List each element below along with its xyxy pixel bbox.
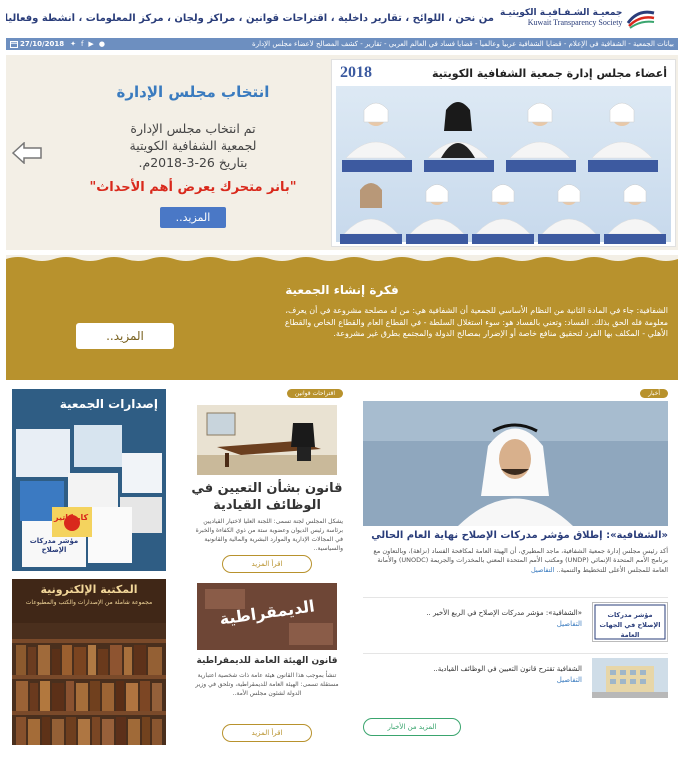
more-news-button[interactable]: المزيد من الأخبار	[363, 718, 461, 736]
news-details-link[interactable]: التفاصيل	[531, 566, 554, 574]
sub-navigation-links[interactable]: بيانات الجمعية - الشفافية في الإعلام - ق…	[111, 40, 674, 48]
slide-more-button[interactable]: المزيد..	[159, 206, 227, 228]
building-thumbnail	[592, 658, 668, 698]
slide-body-line: لجمعية الشفافية الكويتية	[129, 137, 257, 153]
scalloped-edge	[6, 255, 678, 261]
board-year: 2018	[340, 64, 372, 81]
facebook-icon[interactable]: f	[81, 40, 83, 48]
board-members-image[interactable]: أعضاء مجلس إدارة جمعية الشفافية الكويتية…	[331, 59, 676, 247]
slide-banner-text: "بانر متحرك يعرض أهم الأحداث"	[89, 179, 297, 195]
law-proposals-column: اقتراحات قوانين قانون بشأن التعيين في ال…	[191, 389, 343, 749]
header: جمعيـة الشـفـافيـة الكويتيـة Kuwait Tran…	[0, 0, 684, 36]
logo-english: Kuwait Transparency Society	[527, 17, 623, 27]
calendar-icon	[10, 41, 18, 48]
logo-swoosh-icon	[627, 10, 655, 29]
idea-title: فكرة إنشاء الجمعية	[285, 283, 399, 297]
law-proposal-text: يشكل المجلس لجنة تسمى: اللجنة العليا لاخ…	[195, 518, 343, 552]
slide-body-line: تم انتخاب مجلس الإدارة	[130, 121, 256, 136]
office-image[interactable]	[197, 405, 337, 475]
news-item-text: «الشفافية»: مؤشر مدركات الإصلاح في الربع…	[372, 608, 582, 629]
news-hero-photo	[363, 401, 668, 526]
board-header: أعضاء مجلس إدارة جمعية الشفافية الكويتية…	[340, 64, 667, 82]
arrow-left-icon[interactable]	[12, 142, 42, 164]
news-hero-image[interactable]	[363, 401, 668, 526]
news-thumb-text: مؤشر مدركات الإصلاح في الجهات العامة	[599, 611, 661, 639]
democracy-law-title[interactable]: قانون الهيئة العامة للديمقراطية	[191, 656, 343, 666]
news-excerpt: أكد رئيس مجلس إدارة جمعية الشفافية، ماجد…	[363, 547, 668, 575]
content-area: أخبار «الشفافية»: إطلاق مؤشر مدركات الإص…	[6, 385, 678, 755]
youtube-icon[interactable]: ▶	[88, 40, 93, 48]
law-proposals-tag[interactable]: اقتراحات قوانين	[286, 389, 343, 398]
reform-index-book-title: مؤشر مدركات الإصلاح	[29, 537, 79, 555]
news-thumb: مؤشر مدركات الإصلاح في الجهات العامة	[592, 602, 668, 642]
whatsapp-icon[interactable]: ●	[99, 40, 105, 48]
news-thumb	[592, 658, 668, 698]
news-tag[interactable]: أخبار	[640, 389, 668, 398]
e-library-box[interactable]: المكتبة الإلكترونية مجموعة شاملة من الإص…	[12, 579, 166, 745]
law-read-more-button[interactable]: اقرأ المزيد	[222, 555, 312, 573]
publications-box[interactable]: إصدارات الجمعية كاريكاتير مؤشر مدركات ال…	[12, 389, 166, 571]
news-headline[interactable]: «الشفافية»: إطلاق مؤشر مدركات الإصلاح نه…	[363, 530, 668, 541]
idea-more-button[interactable]: المزيد..	[76, 323, 174, 349]
hero-slider: انتخاب مجلس الإدارة تم انتخاب مجلس الإدا…	[6, 55, 678, 250]
idea-text: الشفافية: جاء في المادة الثانية من النظا…	[284, 306, 668, 339]
slide-body: تم انتخاب مجلس الإدارة لجمعية الشفافية ا…	[68, 121, 318, 172]
e-library-subtitle: مجموعة شاملة من الإصدارات والكتب والمطبو…	[25, 599, 153, 606]
news-item-details-link[interactable]: التفاصيل	[557, 620, 582, 628]
board-photos	[336, 86, 671, 244]
slide-title: انتخاب مجلس الإدارة	[116, 83, 270, 101]
sub-navigation-bar: بيانات الجمعية - الشفافية في الإعلام - ق…	[6, 38, 678, 50]
association-idea-section: فكرة إنشاء الجمعية الشفافية: جاء في الما…	[6, 255, 678, 380]
e-library-title: المكتبة الإلكترونية	[40, 583, 138, 596]
slide-body-line: بتاريخ 26-3-2018م.	[138, 154, 248, 170]
news-item-title: «الشفافية»: مؤشر مدركات الإصلاح في الربع…	[426, 609, 582, 617]
democracy-law-text: تنشأ بموجب هذا القانون هيئة عامة ذات شخص…	[195, 672, 339, 697]
news-excerpt-text: أكد رئيس مجلس إدارة جمعية الشفافية، ماجد…	[373, 547, 668, 574]
logo[interactable]: جمعيـة الشـفـافيـة الكويتيـة Kuwait Tran…	[500, 7, 678, 29]
democracy-read-more-button[interactable]: اقرأ المزيد	[222, 724, 312, 742]
democracy-image[interactable]: الديمقراطية	[197, 583, 337, 650]
slide-caption: انتخاب مجلس الإدارة تم انتخاب مجلس الإدا…	[68, 83, 318, 228]
current-date: 27/10/2018	[10, 40, 64, 48]
news-item-text: الشفافية تقترح قانون التعيين في الوظائف …	[372, 664, 582, 685]
news-list-item[interactable]: مؤشر مدركات الإصلاح في الجهات العامة «ال…	[363, 597, 668, 642]
main-navigation[interactable]: من نحن ، اللوائح ، تقارير داخلية ، اقترا…	[6, 13, 500, 24]
side-column: إصدارات الجمعية كاريكاتير مؤشر مدركات ال…	[12, 389, 166, 749]
social-icons: ● ▶ f ✦	[70, 40, 105, 48]
news-item-details-link[interactable]: التفاصيل	[557, 676, 582, 684]
date-text: 27/10/2018	[20, 40, 65, 48]
twitter-icon[interactable]: ✦	[70, 40, 76, 48]
board-title: أعضاء مجلس إدارة جمعية الشفافية الكويتية	[432, 66, 667, 80]
law-proposal-title[interactable]: قانون بشأن التعيين في الوظائف القيادية	[191, 481, 343, 515]
news-list-item[interactable]: الشفافية تقترح قانون التعيين في الوظائف …	[363, 653, 668, 698]
page: جمعيـة الشـفـافيـة الكويتيـة Kuwait Tran…	[0, 0, 684, 763]
news-item-title: الشفافية تقترح قانون التعيين في الوظائف …	[433, 665, 582, 673]
board-members-photo	[340, 102, 666, 244]
logo-text: جمعيـة الشـفـافيـة الكويتيـة Kuwait Tran…	[500, 8, 623, 27]
news-column: أخبار «الشفافية»: إطلاق مؤشر مدركات الإص…	[363, 389, 668, 749]
caricature-book-title: كاريكاتير	[54, 513, 89, 522]
